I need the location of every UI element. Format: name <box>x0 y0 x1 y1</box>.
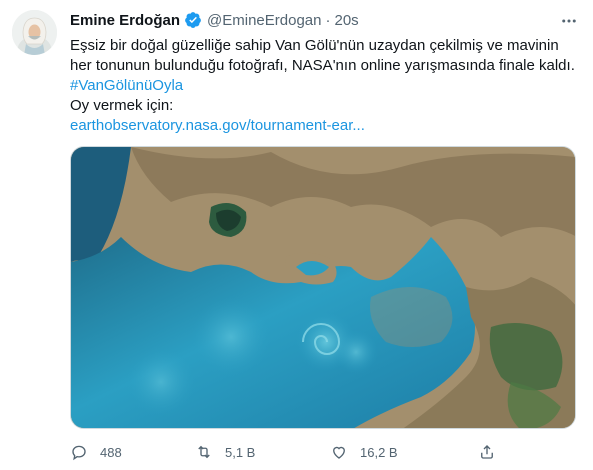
more-options-icon[interactable] <box>559 12 579 30</box>
share-icon <box>481 445 493 459</box>
author-name[interactable]: Emine Erdoğan <box>70 12 180 29</box>
separator-dot: · <box>325 11 331 29</box>
verified-badge-icon <box>184 11 202 29</box>
tweet-photo[interactable] <box>70 146 576 429</box>
like-count: 16,2 B <box>360 444 398 460</box>
hashtag-link[interactable]: #VanGölünüOyla <box>70 77 183 94</box>
like-button[interactable]: 16,2 B <box>330 443 398 461</box>
tweet-text-line-1: Eşsiz bir doğal güzelliğe sahip Van Gölü… <box>70 37 559 54</box>
timestamp[interactable]: 20s <box>335 12 359 29</box>
retweet-count: 5,1 B <box>225 444 256 460</box>
satellite-image <box>71 147 575 428</box>
retweet-button[interactable]: 5,1 B <box>195 443 255 461</box>
tweet-header: Emine Erdoğan @EmineErdogan · 20s <box>70 10 581 30</box>
like-icon <box>333 446 345 459</box>
vote-label: Oy vermek için: <box>70 97 174 114</box>
action-bar: 488 5,1 B 16,2 B <box>70 440 580 464</box>
share-button[interactable] <box>478 443 496 461</box>
tweet-text: Eşsiz bir doğal güzelliğe sahip Van Gölü… <box>70 36 580 136</box>
tweet-text-line-2: her tonunun bulunduğu fotoğrafı, NASA'nı… <box>70 57 575 74</box>
retweet-icon <box>198 445 210 459</box>
reply-icon <box>72 445 86 461</box>
url-link[interactable]: earthobservatory.nasa.gov/tournament-ear… <box>70 117 365 134</box>
avatar-image <box>12 10 57 55</box>
tweet-card[interactable]: Emine Erdoğan @EmineErdogan · 20s Eşsiz … <box>0 0 593 470</box>
author-handle[interactable]: @EmineErdogan <box>207 12 321 29</box>
reply-button[interactable]: 488 <box>70 443 122 461</box>
avatar[interactable] <box>12 10 57 55</box>
reply-count: 488 <box>100 444 122 460</box>
